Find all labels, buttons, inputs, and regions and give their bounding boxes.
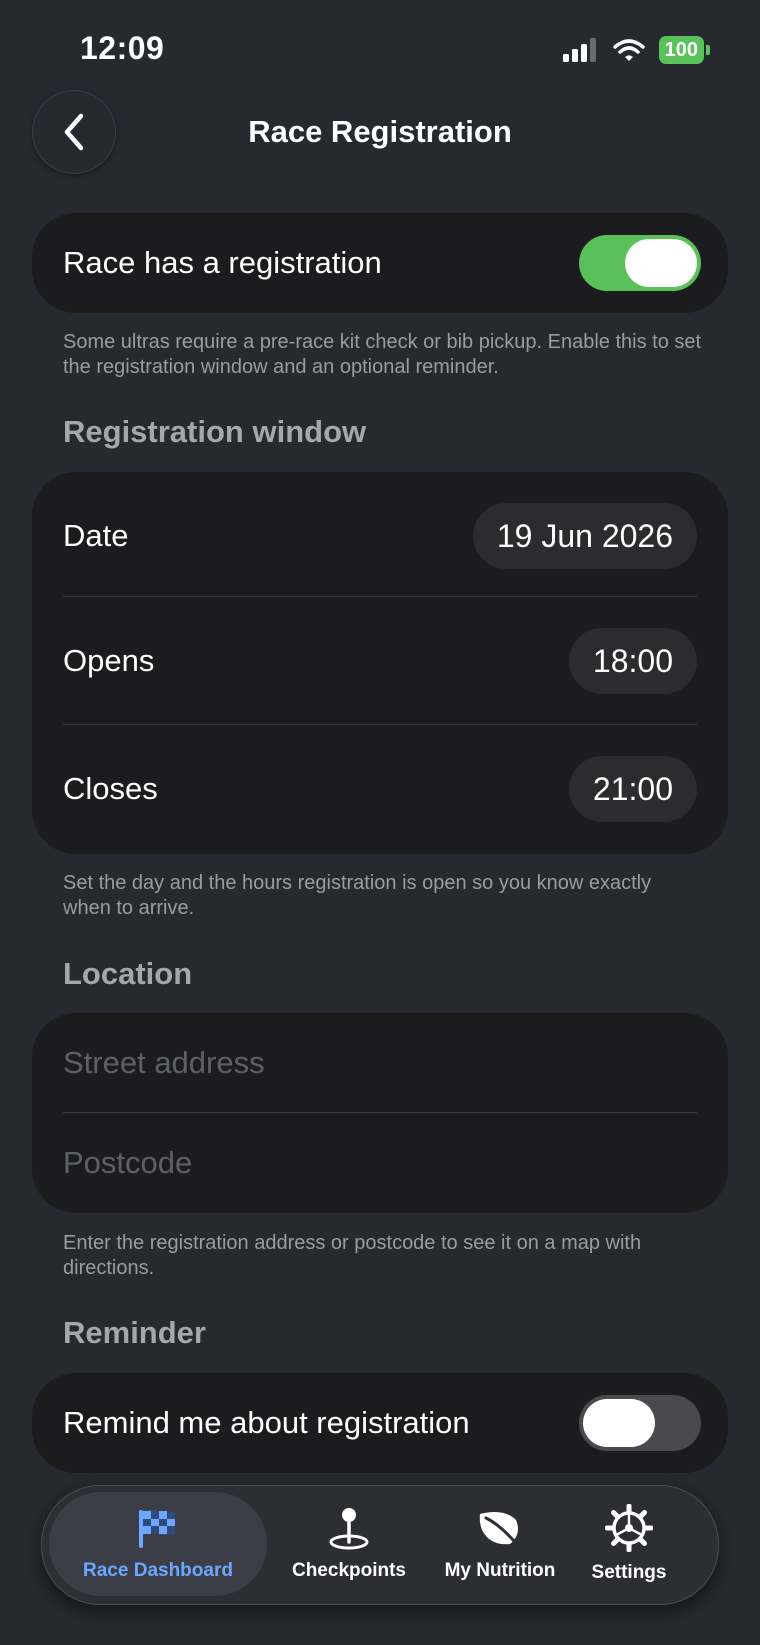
location-header: Location [63,956,193,991]
closes-row: Closes 21:00 [63,725,697,853]
postcode-input[interactable] [63,1141,697,1185]
closes-label: Closes [63,771,158,806]
battery-level: 100 [658,36,704,64]
date-picker[interactable]: 19 Jun 2026 [472,503,697,569]
divider [63,1112,697,1113]
reminder-toggle[interactable] [579,1395,701,1451]
registration-window-footnote: Set the day and the hours registration i… [63,872,652,919]
registration-window-header: Registration window [63,414,367,449]
tab-label: Checkpoints [291,1560,407,1581]
reminder-card: Remind me about registration [32,1373,728,1473]
toggle-knob [583,1399,655,1447]
gear-icon [605,1504,653,1552]
wifi-icon [612,39,645,61]
registration-toggle-row: Race has a registration [63,213,701,313]
tab-label: Settings [591,1562,667,1583]
cellular-signal-icon [562,38,596,62]
tab-settings[interactable]: Settings [554,1492,704,1596]
tab-label: Race Dashboard [83,1560,233,1581]
registration-footnote: Some ultras require a pre-race kit check… [63,331,702,378]
street-address-input[interactable] [63,1041,697,1085]
registration-toggle-card: Race has a registration [32,213,728,313]
leaf-icon [479,1512,522,1550]
page-title: Race Registration [248,114,512,149]
checkered-flag-icon [139,1509,175,1548]
closes-time-picker[interactable]: 21:00 [568,756,697,822]
tab-checkpoints[interactable]: Checkpoints [264,1492,434,1596]
reminder-row: Remind me about registration [63,1373,701,1473]
opens-label: Opens [63,643,155,678]
reminder-label: Remind me about registration [63,1405,470,1440]
registration-window-card: Date 19 Jun 2026 Opens 18:00 Closes 21:0… [32,472,728,854]
date-row: Date 19 Jun 2026 [63,472,697,600]
opens-time-picker[interactable]: 18:00 [568,628,697,694]
tab-bar: Race Dashboard Checkpoints My Nutrition [41,1485,719,1605]
opens-row: Opens 18:00 [63,597,697,725]
status-bar: 12:09 100 [0,0,760,100]
location-footnote: Enter the registration address or postco… [63,1232,642,1279]
registration-toggle-label: Race has a registration [63,245,382,280]
location-card [32,1013,728,1213]
battery-tip [706,45,710,55]
map-pin-icon [329,1508,369,1550]
navigation-header: Race Registration [0,90,760,180]
status-time: 12:09 [80,30,165,66]
registration-toggle[interactable] [579,235,701,291]
status-icons: 100 [562,36,710,64]
tab-race-dashboard[interactable]: Race Dashboard [49,1492,267,1596]
toggle-knob [625,239,697,287]
tab-label: My Nutrition [444,1560,556,1581]
battery-indicator: 100 [658,36,710,64]
reminder-header: Reminder [63,1315,206,1350]
date-label: Date [63,518,129,553]
